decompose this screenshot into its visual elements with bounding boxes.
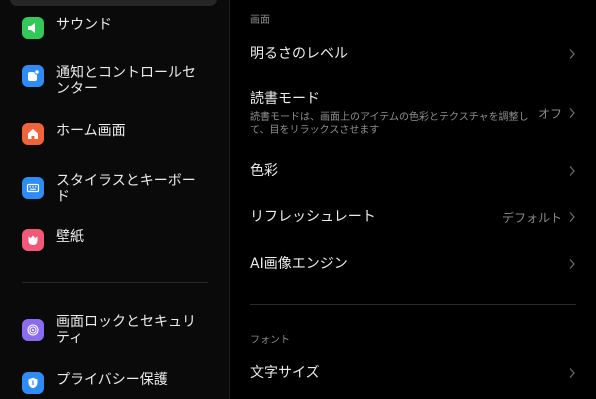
- sidebar-item-label: プライバシー保護: [56, 372, 168, 388]
- sidebar-item-partial[interactable]: [10, 0, 217, 6]
- sidebar-item-home-screen[interactable]: ホーム画面: [22, 123, 222, 145]
- chevron-right-icon: [568, 367, 576, 379]
- row-title: AI画像エンジン: [250, 256, 348, 272]
- settings-sidebar: サウンド 通知とコントロールセンター ホーム画面 スタイラスとキーボード 壁紙 …: [0, 0, 229, 399]
- chevron-right-icon: [568, 165, 576, 177]
- home-icon: [22, 123, 44, 145]
- fingerprint-icon: [22, 319, 44, 341]
- sidebar-item-label: 通知とコントロールセンター: [56, 65, 196, 97]
- sound-icon: [22, 17, 44, 39]
- row-title: 明るさのレベル: [250, 46, 348, 62]
- row-title: 読書モード: [250, 91, 320, 107]
- keyboard-icon: [22, 177, 44, 199]
- row-title: 文字サイズ: [250, 365, 320, 381]
- section-header-display: 画面: [250, 15, 270, 26]
- sidebar-item-label: 壁紙: [56, 229, 84, 245]
- sidebar-item-wallpaper[interactable]: 壁紙: [22, 229, 222, 251]
- sidebar-item-sound[interactable]: サウンド: [22, 17, 222, 39]
- sidebar-item-stylus-keyboard[interactable]: スタイラスとキーボード: [22, 173, 222, 205]
- refresh-rate-value: デフォルト: [501, 210, 562, 225]
- refresh-rate-row[interactable]: リフレッシュレート デフォルト: [250, 208, 576, 226]
- sidebar-item-notifications[interactable]: 通知とコントロールセンター: [22, 65, 222, 97]
- chevron-right-icon: [568, 258, 576, 270]
- sidebar-item-label: 画面ロックとセキュリティ: [56, 314, 196, 346]
- display-settings-pane: 画面 明るさのレベル 読書モード 読書モードは、画面上のアイテムの色彩とテクスチ…: [230, 0, 596, 399]
- chevron-right-icon: [568, 48, 576, 60]
- color-row[interactable]: 色彩: [250, 162, 576, 180]
- notification-icon: [22, 65, 44, 87]
- ai-image-engine-row[interactable]: AI画像エンジン: [250, 255, 576, 273]
- text-size-row[interactable]: 文字サイズ: [250, 364, 576, 382]
- section-divider: [250, 304, 576, 305]
- sidebar-item-lock-security[interactable]: 画面ロックとセキュリティ: [22, 314, 222, 346]
- brightness-level-row[interactable]: 明るさのレベル: [250, 45, 576, 63]
- reading-mode-value: オフ: [537, 106, 562, 121]
- sidebar-divider: [22, 282, 208, 283]
- chevron-right-icon: [568, 211, 576, 223]
- privacy-icon: [22, 372, 44, 394]
- section-header-font: フォント: [250, 335, 290, 346]
- sidebar-item-label: スタイラスとキーボード: [56, 173, 196, 205]
- wallpaper-icon: [22, 229, 44, 251]
- chevron-right-icon: [568, 107, 576, 119]
- sidebar-item-label: ホーム画面: [56, 123, 126, 139]
- sidebar-item-label: サウンド: [56, 17, 112, 33]
- row-title: 色彩: [250, 163, 278, 179]
- reading-mode-row[interactable]: 読書モード 読書モードは、画面上のアイテムの色彩とテクスチャを調整して、目をリラ…: [250, 90, 576, 137]
- row-description: 読書モードは、画面上のアイテムの色彩とテクスチャを調整して、目をリラックスさせま…: [250, 112, 529, 136]
- sidebar-item-privacy[interactable]: プライバシー保護: [22, 372, 222, 394]
